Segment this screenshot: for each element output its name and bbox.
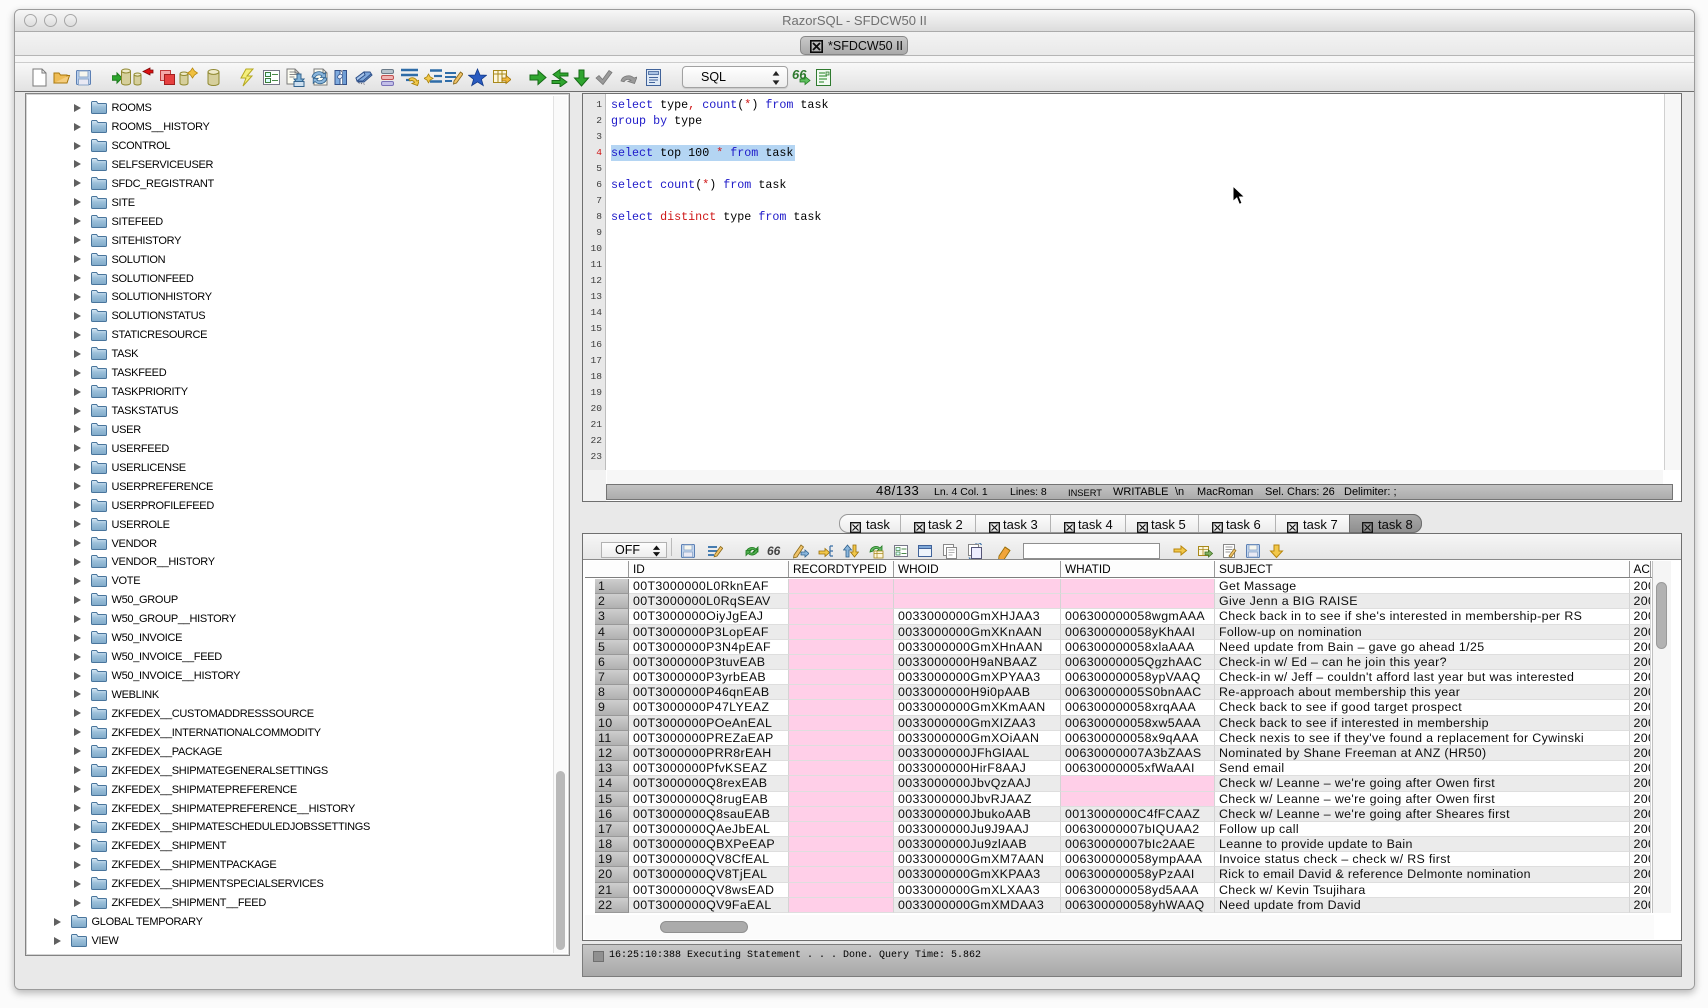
svg-text:66: 66 xyxy=(767,544,781,558)
